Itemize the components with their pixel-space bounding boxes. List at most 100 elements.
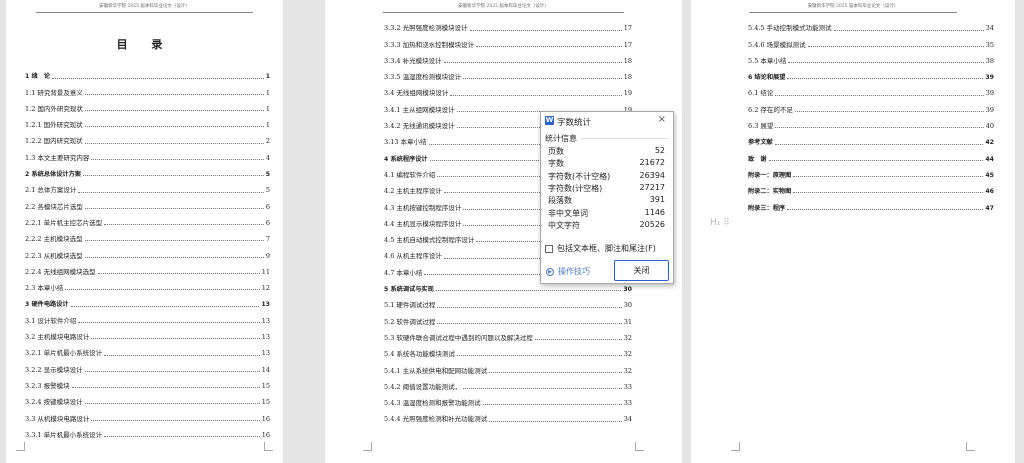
toc-leader-dots	[104, 354, 260, 356]
toc-entry[interactable]: 5.4.4 光照强度检测和补光功能测试 34	[384, 407, 632, 423]
toc-entry[interactable]: 3.3.3 加热和浇水控制模块设计 17	[384, 32, 632, 49]
toc-entry[interactable]: 1.1 研究背景及意义 1	[25, 80, 270, 97]
toc-entry[interactable]: 5.4.6 场景模拟测试 35	[748, 32, 994, 49]
toc-entry[interactable]: 5.5 本章小结 38	[748, 49, 994, 65]
stat-value: 1146	[644, 207, 665, 217]
toc-entry[interactable]: 3.3.5 温湿度检测模块设计 18	[384, 65, 632, 81]
toc-entry[interactable]: 5.4.5 手动控制模式功能测试 34	[748, 16, 994, 32]
toc-entry[interactable]: 2.3 本章小结 12	[25, 276, 270, 292]
toc-entry[interactable]: 3 硬件电路设计 13	[25, 292, 270, 308]
word-count-dialog: W 字数统计 × 统计信息 页数 52 字数 21672 字符数(不计空格) 26394 字…	[540, 111, 674, 284]
document-page-3: 安徽新华学院 2025 届本科毕业论文（设计） 5.4.5 手动控制模式功能测试…	[691, 0, 1015, 463]
toc-entry[interactable]: 5.4.2 阈值设置功能测试， 33	[384, 375, 632, 391]
toc-entry[interactable]: 2.2 各模块芯片选型 6	[25, 194, 270, 211]
close-icon[interactable]: ×	[658, 114, 666, 125]
toc-entry[interactable]: 附录一：原理图 45	[748, 163, 994, 179]
toc-entry[interactable]: 1.3 本文主要研究内容 4	[25, 145, 270, 162]
toc-entry-title: 6.1 结论	[748, 89, 774, 98]
toc-entry[interactable]: 3.2.2 显示模块设计 14	[25, 357, 270, 374]
toc-entry[interactable]: 6.3 展望 40	[748, 114, 994, 130]
toc-entry-title: 5.3 软硬件联合调试过程中遇到的问题以及解决过程	[384, 333, 533, 342]
tips-link[interactable]: ▶ 操作技巧	[546, 266, 590, 277]
toc-leader-dots	[768, 159, 984, 161]
toc-entry-page: 39	[985, 74, 994, 82]
toc-entry-title: 3.4.1 主从组网模块设计	[384, 105, 455, 114]
toc-entry-page: 1	[265, 104, 270, 113]
toc-entry-page: 1	[265, 88, 270, 97]
toc-entry[interactable]: 5.3 软硬件联合调试过程中遇到的问题以及解决过程 32	[384, 326, 632, 342]
header-rule	[36, 12, 253, 13]
toc-entry-page: 12	[261, 284, 270, 293]
toc-leader-dots	[774, 143, 984, 145]
toc-entry[interactable]: 3.4 无线组网模块设计 19	[384, 81, 632, 97]
toc-entry-title: 2.2.4 无线组网模块选型	[25, 267, 96, 276]
toc-entry[interactable]: 2.2.4 无线组网模块选型 11	[25, 260, 270, 276]
toc-entry-title: 1.2.1 国外研究现状	[25, 121, 83, 130]
toc-entry-title: 2.1 总体方案设计	[25, 186, 77, 195]
toc-entry[interactable]: 1.2.1 国外研究现状 1	[25, 113, 270, 129]
stat-value: 20526	[639, 219, 665, 229]
toc-entry[interactable]: 附录二：实物图 46	[748, 179, 994, 195]
toc-entry[interactable]: 3.3.2 光照强度检测模块设计 17	[384, 16, 632, 32]
toc-entry[interactable]: 2.2.2 主机模块选型 7	[25, 227, 270, 243]
toc-entry[interactable]: 1.2 国内外研究现状 1	[25, 97, 270, 113]
stat-label: 页数	[548, 147, 564, 156]
toc-entry-page: 32	[623, 333, 632, 342]
include-textboxes-option[interactable]: 包括文本框、脚注和尾注(F)	[545, 243, 656, 254]
toc-entry[interactable]: 3.2.1 单片机最小系统设计 13	[25, 341, 270, 357]
toc-entry[interactable]: 附录三：程序 47	[748, 195, 994, 212]
toc-entry[interactable]: 2.1 总体方案设计 5	[25, 178, 270, 194]
toc-entry-page: 1	[265, 121, 270, 130]
toc-entry[interactable]: 5.1 硬件调试过程 30	[384, 293, 632, 309]
include-textboxes-checkbox[interactable]	[545, 244, 553, 253]
toc-entry[interactable]: 3.3.4 补光模块设计 18	[384, 49, 632, 65]
toc-leader-dots	[534, 339, 622, 341]
toc-entry[interactable]: 3.2 主机模块电路设计 13	[25, 325, 270, 341]
toc-entry[interactable]: 2 系统总体设计方案 5	[25, 162, 270, 178]
toc-entry-page: 9	[265, 251, 270, 260]
toc-entry[interactable]: 2.2.1 单片机主控芯片选型 6	[25, 211, 270, 227]
toc-entry-title: 参考文献	[748, 139, 773, 147]
toc-entry-title: 2 系统总体设计方案	[25, 171, 81, 179]
paragraph-handle-icon[interactable]: H₁ ⠿	[710, 218, 730, 228]
toc-entry-page: 47	[985, 204, 994, 212]
page-corner-mark	[264, 442, 273, 451]
toc-entry[interactable]: 参考文献 42	[748, 130, 994, 146]
toc-entry[interactable]: 6.1 结论 39	[748, 81, 994, 97]
toc-entry[interactable]: 3.3.1 单片机最小系统设计 16	[25, 423, 270, 439]
toc-entry-title: 5.4.4 光照强度检测和补光功能测试	[384, 415, 488, 424]
toc-title: 目 录	[116, 38, 173, 51]
toc-leader-dots	[84, 110, 264, 112]
toc-entry-page: 34	[623, 415, 632, 424]
close-button[interactable]: 关闭	[614, 260, 669, 281]
toc-entry[interactable]: 致 谢 44	[748, 146, 994, 163]
toc-entry-page: 18	[623, 56, 632, 65]
toc-entry[interactable]: 1.2.2 国内研究现状 2	[25, 129, 270, 145]
toc-entry-page: 38	[985, 56, 994, 65]
toc-entry-page: 40	[985, 122, 994, 131]
toc-entry[interactable]: 5.4.3 温湿度检测和报警功能测试 33	[384, 391, 632, 407]
toc-entry[interactable]: 3.1 设计软件介绍 13	[25, 308, 270, 325]
dialog-titlebar[interactable]: W 字数统计 ×	[541, 112, 673, 130]
toc-leader-dots	[84, 207, 264, 209]
toc-entry-title: 4.2 主机主程序设计	[384, 187, 442, 196]
toc-entry-title: 3.2.1 单片机最小系统设计	[25, 349, 103, 358]
toc-leader-dots	[833, 29, 984, 31]
toc-leader-dots	[469, 29, 622, 31]
toc-entry-title: 3.3.5 温湿度检测模块设计	[384, 73, 462, 82]
toc-entry[interactable]: 6 结论和展望 39	[748, 65, 994, 81]
toc-entry[interactable]: 3.2.3 报警模块 15	[25, 374, 270, 390]
toc-leader-dots	[97, 273, 260, 275]
toc-entry[interactable]: 3.3 从机模块电路设计 16	[25, 406, 270, 423]
toc-entry[interactable]: 3.2.4 按键模块设计 15	[25, 390, 270, 406]
toc-entry[interactable]: 1 绪 论 1	[25, 64, 270, 80]
toc-entry[interactable]: 6.2 存在的不足 39	[748, 97, 994, 114]
toc-entry[interactable]: 2.2.3 从机模块选型 9	[25, 243, 270, 260]
toc-entry[interactable]: 5.4.1 主从系统供电和配网功能测试 32	[384, 358, 632, 375]
toc-entry-title: 致 谢	[748, 155, 767, 163]
toc-entry-title: 3.4.2 无线通讯模块设计	[384, 122, 455, 131]
toc-entry[interactable]: 5.2 软件调试过程 31	[384, 309, 632, 326]
toc-entry[interactable]: 5.4 系统各功能模块测试 32	[384, 342, 632, 358]
toc-entry-title: 附录一：原理图	[748, 171, 792, 179]
toc-leader-dots	[84, 126, 264, 128]
